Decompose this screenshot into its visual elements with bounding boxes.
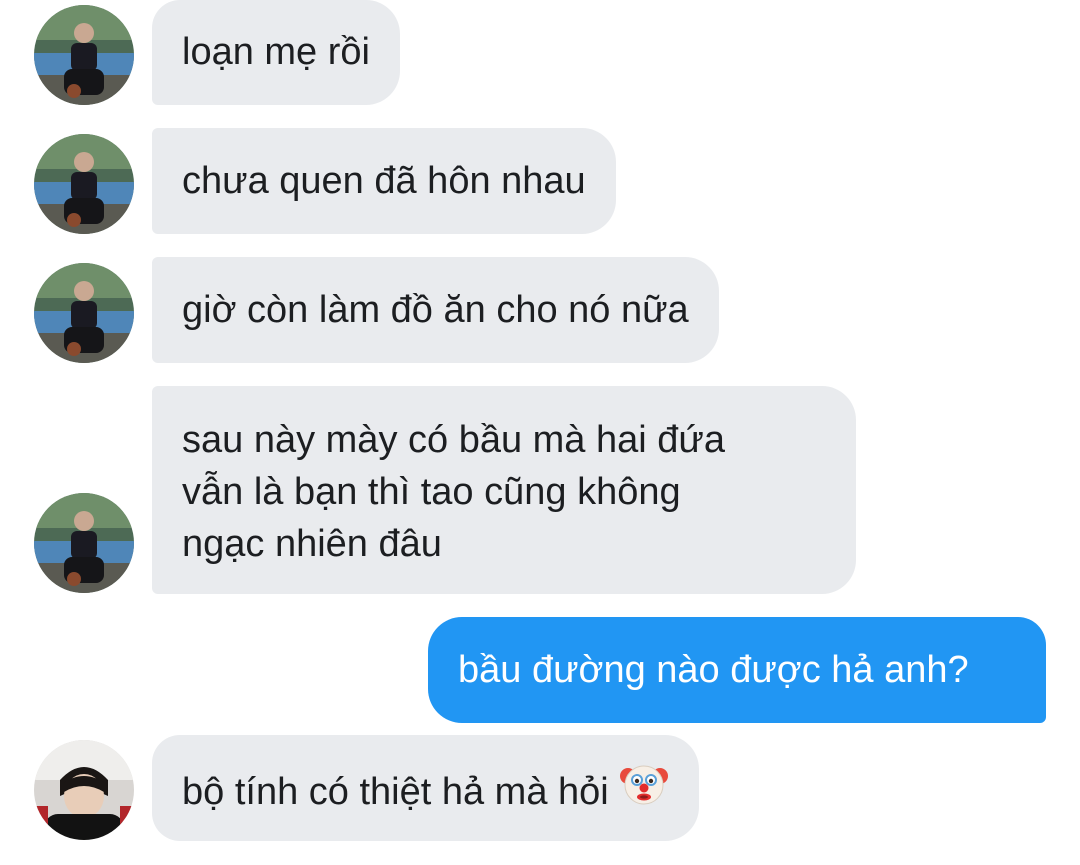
message-bubble[interactable]: loạn mẹ rồi <box>152 0 400 105</box>
message-bubble[interactable]: sau này mày có bầu mà hai đứa vẫn là bạn… <box>152 386 856 594</box>
avatar[interactable] <box>34 263 134 363</box>
avatar[interactable] <box>34 493 134 593</box>
avatar[interactable] <box>34 134 134 234</box>
message-bubble[interactable]: bộ tính có thiệt hả mà hỏi <box>152 735 699 841</box>
avatar[interactable] <box>34 740 134 840</box>
message-text-line: sau này mày có bầu mà hai đứa <box>182 419 725 461</box>
chat-thread: loạn mẹ rồi chưa quen đã hôn nhau giờ cò… <box>0 0 1080 865</box>
clown-face-icon <box>619 758 669 822</box>
message-text: loạn mẹ rồi <box>182 31 370 73</box>
message-bubble-outgoing[interactable]: bầu đường nào được hả anh? <box>428 617 1046 723</box>
message-bubble[interactable]: chưa quen đã hôn nhau <box>152 128 616 234</box>
message-text-line: vẫn là bạn thì tao cũng không <box>182 471 681 513</box>
message-bubble[interactable]: giờ còn làm đồ ăn cho nó nữa <box>152 257 719 363</box>
avatar[interactable] <box>34 5 134 105</box>
message-text: chưa quen đã hôn nhau <box>182 160 586 202</box>
message-text-line: ngạc nhiên đâu <box>182 523 442 565</box>
message-text: giờ còn làm đồ ăn cho nó nữa <box>182 289 689 331</box>
message-text: bộ tính có thiệt hả mà hỏi <box>182 771 609 814</box>
message-text: bầu đường nào được hả anh? <box>458 649 969 691</box>
